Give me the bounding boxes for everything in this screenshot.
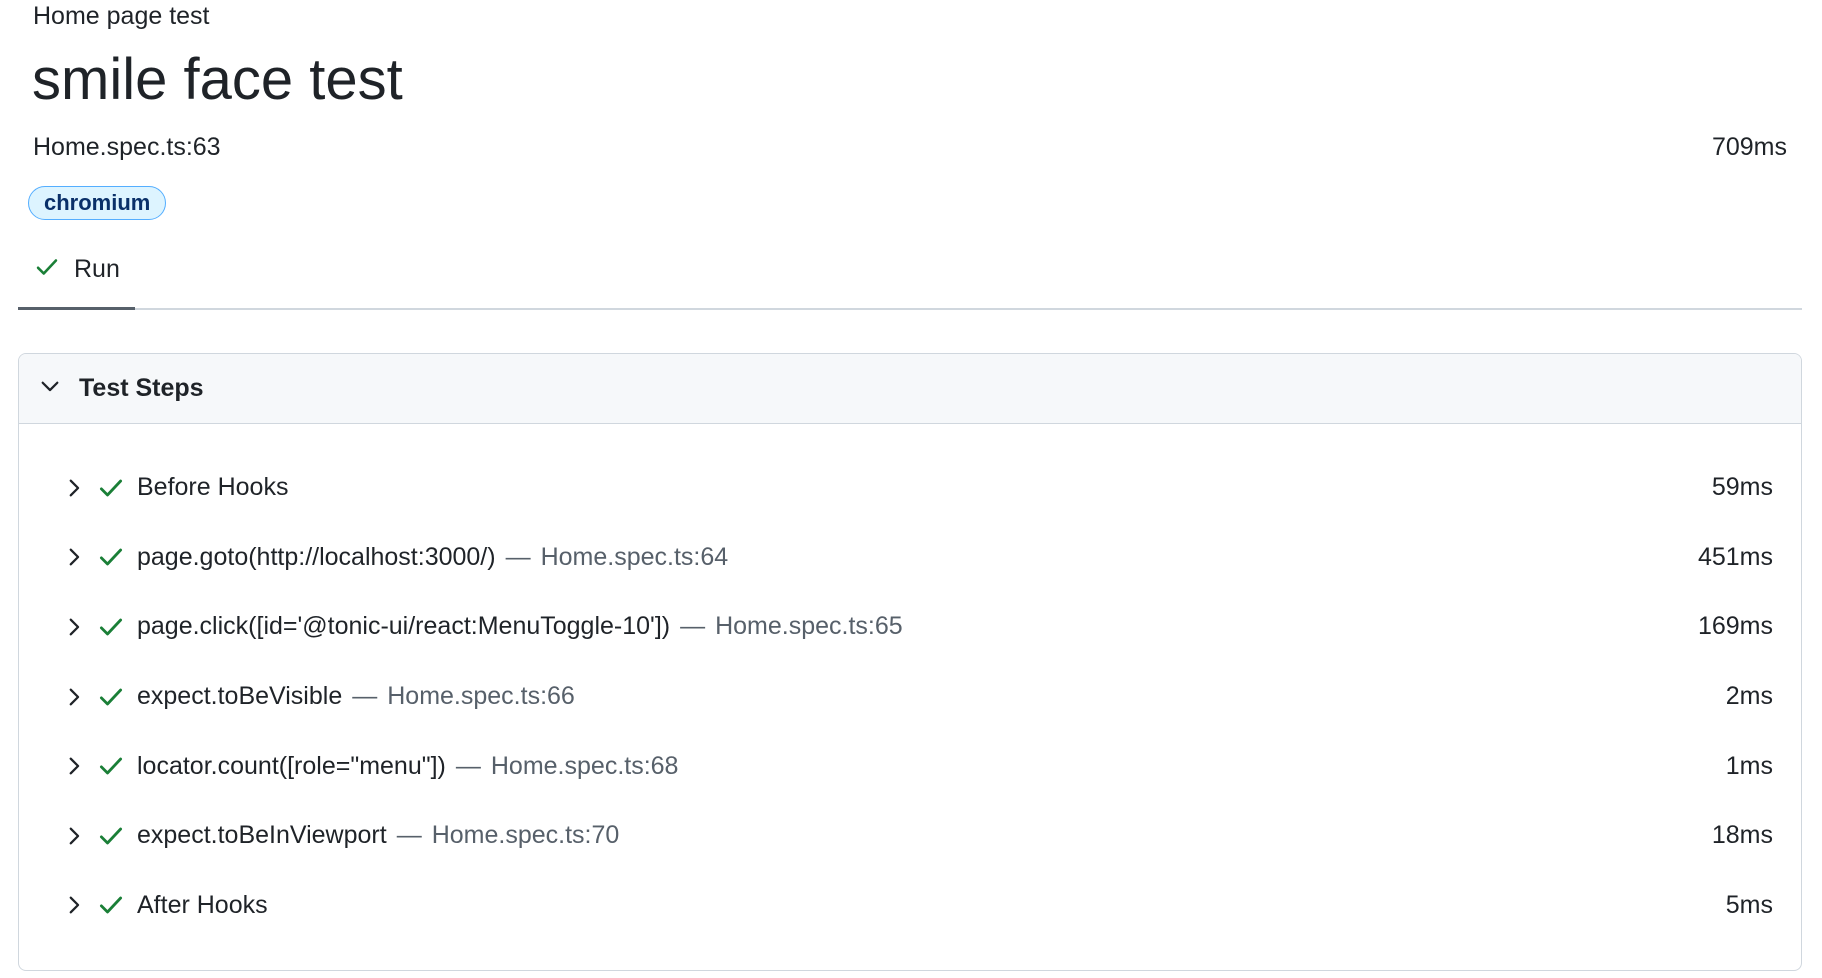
step-location-link[interactable]: Home.spec.ts:70: [432, 821, 620, 850]
chevron-right-icon[interactable]: [61, 544, 87, 570]
step-title: page.goto(http://localhost:3000/): [137, 542, 496, 571]
check-icon: [97, 474, 125, 502]
check-icon: [34, 254, 60, 285]
test-steps-title: Test Steps: [79, 374, 204, 402]
step-duration: 1ms: [1725, 751, 1773, 780]
check-icon: [97, 752, 125, 780]
test-steps-header[interactable]: Test Steps: [19, 354, 1801, 424]
check-icon: [97, 891, 125, 919]
step-title: expect.toBeVisible: [137, 682, 343, 711]
test-location[interactable]: Home.spec.ts:63: [33, 131, 221, 163]
step-duration: 5ms: [1725, 890, 1773, 919]
test-step-row[interactable]: Before Hooks 59ms: [19, 453, 1801, 523]
test-steps-list: Before Hooks 59ms page.goto(http://localho…: [19, 424, 1801, 940]
test-result-page: Home page test smile face test Home.spec…: [0, 0, 1822, 978]
result-tabs: Run: [18, 240, 1802, 310]
tab-run-label: Run: [74, 255, 120, 283]
step-duration: 2ms: [1725, 682, 1773, 711]
step-title: Before Hooks: [137, 473, 289, 502]
step-title: expect.toBeInViewport: [137, 821, 387, 850]
chevron-right-icon[interactable]: [61, 614, 87, 640]
step-duration: 18ms: [1711, 821, 1773, 850]
step-title: page.click([id='@tonic-ui/react:MenuTogg…: [137, 612, 671, 641]
test-step-row[interactable]: locator.count([role="menu"]) — Home.spec.t…: [19, 731, 1801, 801]
project-badge-label: chromium: [44, 190, 151, 215]
step-duration: 451ms: [1697, 542, 1773, 571]
project-badge[interactable]: chromium: [28, 186, 167, 220]
chevron-right-icon[interactable]: [61, 475, 87, 501]
check-icon: [97, 543, 125, 571]
step-separator: —: [455, 751, 481, 780]
test-steps-panel: Test Steps Before Hooks 59ms page.goto(htt…: [18, 353, 1802, 971]
chevron-right-icon[interactable]: [61, 892, 87, 918]
step-separator: —: [680, 612, 706, 641]
step-location-link[interactable]: Home.spec.ts:64: [541, 543, 729, 572]
step-separator: —: [352, 682, 378, 711]
step-location-link[interactable]: Home.spec.ts:66: [387, 682, 575, 711]
step-separator: —: [396, 821, 422, 850]
check-icon: [97, 683, 125, 711]
tab-run[interactable]: Run: [18, 240, 135, 310]
chevron-down-icon: [37, 373, 63, 404]
step-duration: 59ms: [1711, 473, 1773, 502]
test-step-row[interactable]: After Hooks 5ms: [19, 871, 1801, 941]
step-title: After Hooks: [137, 890, 268, 919]
step-location-link[interactable]: Home.spec.ts:65: [715, 612, 903, 641]
test-duration: 709ms: [1711, 133, 1787, 161]
test-step-row[interactable]: page.goto(http://localhost:3000/) — Home.s…: [19, 523, 1801, 593]
chevron-right-icon[interactable]: [61, 684, 87, 710]
step-separator: —: [505, 542, 531, 571]
breadcrumb[interactable]: Home page test: [33, 0, 210, 32]
chevron-right-icon[interactable]: [61, 753, 87, 779]
chevron-right-icon[interactable]: [61, 823, 87, 849]
step-title: locator.count([role="menu"]): [137, 751, 446, 780]
step-duration: 169ms: [1697, 612, 1773, 641]
test-step-row[interactable]: expect.toBeVisible — Home.spec.ts:66 2ms: [19, 662, 1801, 732]
check-icon: [97, 822, 125, 850]
test-step-row[interactable]: page.click([id='@tonic-ui/react:MenuTogg…: [19, 592, 1801, 662]
check-icon: [97, 613, 125, 641]
step-location-link[interactable]: Home.spec.ts:68: [491, 752, 679, 781]
test-step-row[interactable]: expect.toBeInViewport — Home.spec.ts:70 18m…: [19, 801, 1801, 871]
page-title: smile face test: [32, 47, 403, 112]
